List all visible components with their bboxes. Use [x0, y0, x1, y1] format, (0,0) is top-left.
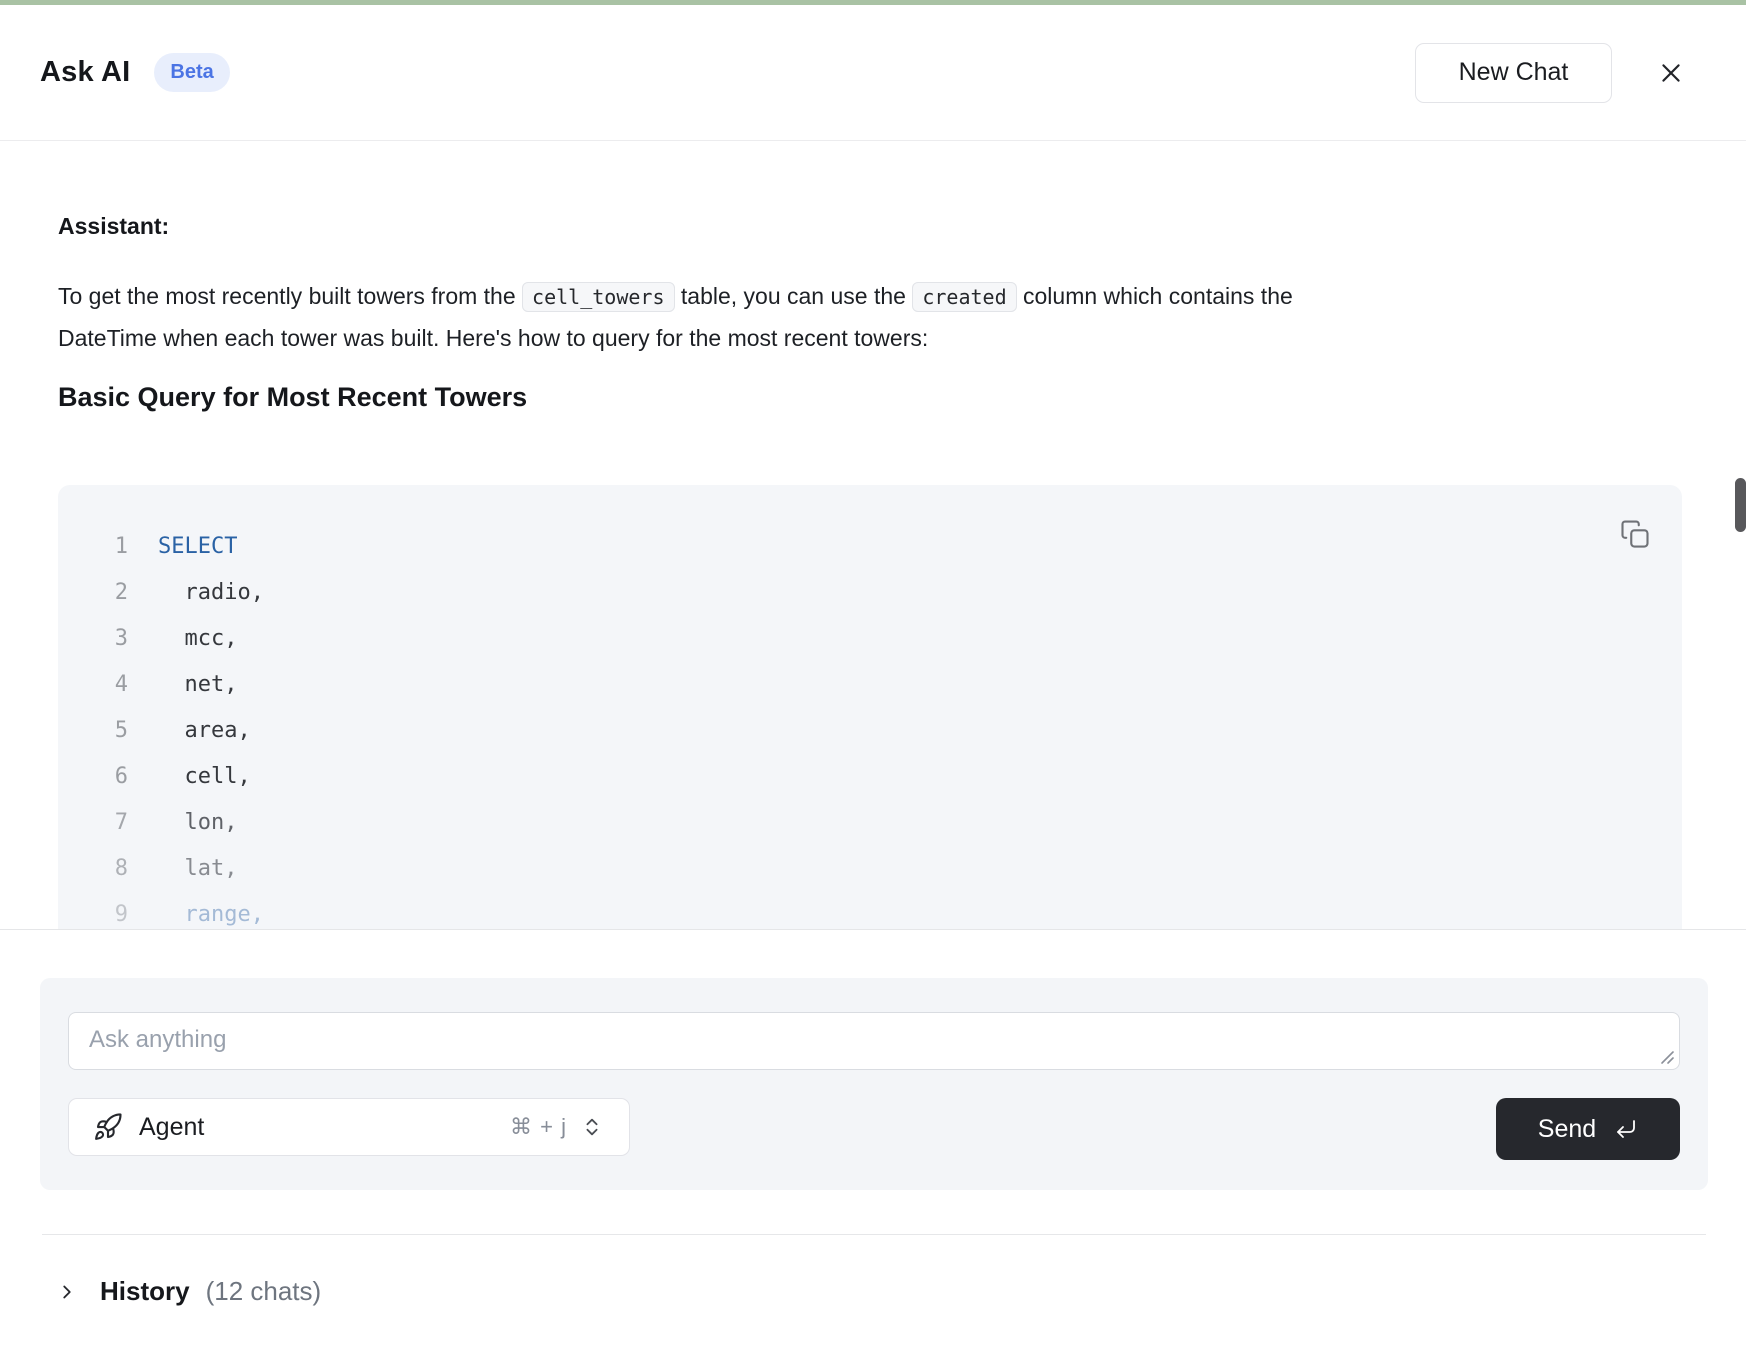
code-text: lat, — [158, 856, 237, 881]
copy-icon — [1620, 519, 1650, 549]
page-title: Ask AI — [40, 56, 130, 89]
resize-grip-icon[interactable] — [1657, 1047, 1675, 1065]
keyboard-shortcut: ⌘ + j — [510, 1114, 567, 1140]
composer-controls-row: Agent ⌘ + j Send — [68, 1098, 1680, 1160]
history-count: (12 chats) — [206, 1276, 322, 1307]
chevrons-up-down-icon — [581, 1116, 603, 1138]
new-chat-button[interactable]: New Chat — [1415, 43, 1612, 103]
section-heading: Basic Query for Most Recent Towers — [58, 379, 1682, 415]
line-number: 6 — [84, 764, 128, 789]
code-line: 5 area, — [84, 707, 1682, 753]
scrollbar-thumb[interactable] — [1735, 478, 1746, 532]
line-number: 4 — [84, 672, 128, 697]
beta-badge: Beta — [154, 53, 229, 92]
send-button-label: Send — [1538, 1115, 1596, 1144]
rocket-icon — [93, 1112, 123, 1142]
code-text: range, — [158, 902, 264, 927]
history-toggle[interactable]: History (12 chats) — [56, 1276, 321, 1307]
line-number: 2 — [84, 580, 128, 605]
line-number: 9 — [84, 902, 128, 927]
message-text: column which contains the — [1017, 283, 1293, 309]
sql-code-block: 1 SELECT 2 radio, 3 mcc, 4 net, 5 area, … — [58, 485, 1682, 930]
message-input-wrap — [68, 1012, 1680, 1070]
code-line: 3 mcc, — [84, 615, 1682, 661]
chat-scroll-area[interactable]: Assistant: To get the most recently buil… — [0, 142, 1746, 930]
close-button[interactable] — [1654, 56, 1688, 90]
code-text: area, — [158, 718, 251, 743]
message-text: DateTime when each tower was built. Here… — [58, 325, 928, 351]
inline-code-cell-towers: cell_towers — [522, 282, 674, 312]
close-icon — [1658, 60, 1684, 86]
code-text: SELECT — [158, 534, 237, 559]
inline-code-created: created — [912, 282, 1016, 312]
code-text: net, — [158, 672, 237, 697]
return-icon — [1614, 1117, 1638, 1141]
history-label: History — [100, 1276, 190, 1307]
code-text: mcc, — [158, 626, 237, 651]
code-text: lon, — [158, 810, 237, 835]
code-line: 2 radio, — [84, 569, 1682, 615]
code-text: cell, — [158, 764, 251, 789]
agent-mode-label: Agent — [139, 1113, 204, 1142]
chevron-right-icon — [56, 1281, 78, 1303]
code-line: 1 SELECT — [84, 523, 1682, 569]
line-number: 8 — [84, 856, 128, 881]
header: Ask AI Beta New Chat — [0, 5, 1746, 141]
code-line: 7 lon, — [84, 799, 1682, 845]
send-button[interactable]: Send — [1496, 1098, 1680, 1160]
code-line: 9 range, — [84, 891, 1682, 930]
copy-code-button[interactable] — [1618, 517, 1652, 551]
composer-panel: Agent ⌘ + j Send — [40, 978, 1708, 1190]
code-line: 4 net, — [84, 661, 1682, 707]
message-input[interactable] — [68, 1012, 1680, 1070]
assistant-message-paragraph: To get the most recently built towers fr… — [58, 276, 1682, 359]
assistant-role-label: Assistant: — [58, 212, 1682, 240]
code-text: radio, — [158, 580, 264, 605]
line-number: 3 — [84, 626, 128, 651]
line-number: 1 — [84, 534, 128, 559]
line-number: 7 — [84, 810, 128, 835]
code-line: 8 lat, — [84, 845, 1682, 891]
message-text: table, you can use the — [675, 283, 913, 309]
message-text: To get the most recently built towers fr… — [58, 283, 522, 309]
agent-mode-select[interactable]: Agent ⌘ + j — [68, 1098, 630, 1156]
history-divider — [42, 1234, 1706, 1235]
code-line: 6 cell, — [84, 753, 1682, 799]
line-number: 5 — [84, 718, 128, 743]
